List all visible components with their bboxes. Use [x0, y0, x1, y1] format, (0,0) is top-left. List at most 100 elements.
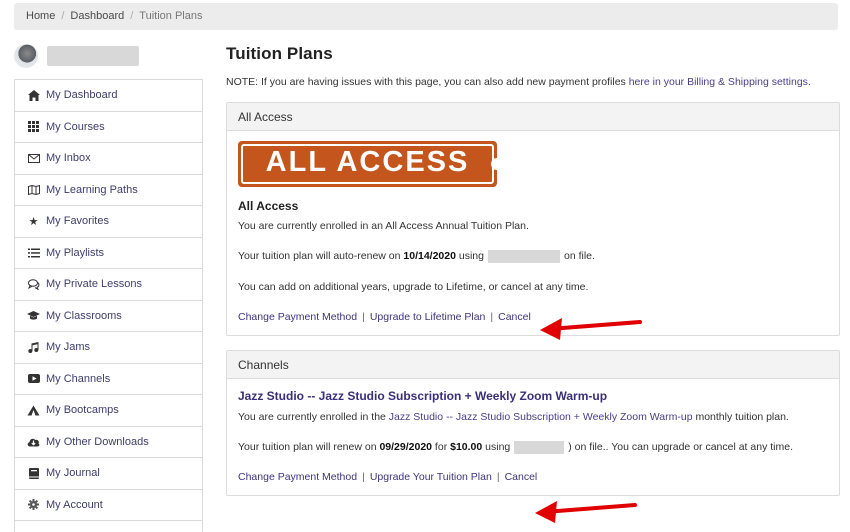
- page-note: NOTE: If you are having issues with this…: [226, 76, 840, 88]
- sidebar-menu: My Dashboard My Courses My Inbox My Lear…: [14, 79, 203, 532]
- enrollment-text: You are currently enrolled in the Jazz S…: [238, 410, 828, 424]
- channels-card: Channels Jazz Studio -- Jazz Studio Subs…: [226, 350, 840, 496]
- upgrade-lifetime-link[interactable]: Upgrade to Lifetime Plan: [370, 311, 486, 323]
- sidebar-item-label: My Bootcamps: [46, 404, 119, 417]
- page-title: Tuition Plans: [226, 44, 333, 63]
- enrollment-prefix: You are currently enrolled in the: [238, 411, 389, 423]
- plan-title: All Access: [238, 199, 299, 213]
- gear-icon: [27, 498, 40, 511]
- red-arrow-annotation: [540, 318, 642, 340]
- pipe-separator: |: [496, 471, 500, 483]
- note-suffix: .: [807, 76, 811, 88]
- renewal-suffix: ) on file.. You can upgrade or cancel at…: [568, 441, 793, 453]
- upgrade-plan-link[interactable]: Upgrade Your Tuition Plan: [370, 471, 492, 483]
- breadcrumb-home[interactable]: Home: [26, 10, 55, 22]
- cancel-link[interactable]: Cancel: [498, 311, 531, 323]
- all-access-logo: ALL ACCESS: [238, 141, 503, 187]
- avatar[interactable]: [14, 44, 38, 68]
- renewal-using: using: [455, 250, 484, 262]
- breadcrumb-separator: /: [61, 10, 65, 22]
- graduation-cap-icon: [27, 309, 40, 322]
- tent-icon: [27, 404, 40, 417]
- renewal-text: Your tuition plan will renew on 09/29/20…: [238, 440, 828, 454]
- plan-actions: Change Payment Method | Upgrade to Lifetim…: [238, 311, 828, 323]
- sidebar-item-label: My Learning Paths: [46, 183, 138, 196]
- renewal-using: using: [482, 441, 511, 453]
- sidebar-item-partial[interactable]: [15, 521, 202, 532]
- renewal-prefix: Your tuition plan will renew on: [238, 441, 380, 453]
- breadcrumb: Home / Dashboard / Tuition Plans: [14, 3, 838, 30]
- card-header: Channels: [227, 351, 839, 379]
- billing-settings-link[interactable]: here in your Billing & Shipping settings: [629, 76, 808, 88]
- sidebar-item-channels[interactable]: My Channels: [15, 364, 202, 395]
- logo-text: ALL ACCESS: [265, 146, 470, 178]
- user-profile[interactable]: [14, 44, 139, 68]
- sidebar-item-jams[interactable]: My Jams: [15, 332, 202, 364]
- sidebar-item-learning-paths[interactable]: My Learning Paths: [15, 175, 202, 206]
- sidebar-item-inbox[interactable]: My Inbox: [15, 143, 202, 175]
- map-icon: [27, 183, 40, 196]
- sidebar-item-dashboard[interactable]: My Dashboard: [15, 80, 202, 112]
- book-icon: [27, 467, 40, 480]
- card-body: ALL ACCESS All Access You are currently …: [227, 131, 839, 335]
- pipe-separator: |: [490, 311, 494, 323]
- main-content: Tuition Plans NOTE: If you are having is…: [226, 44, 840, 510]
- card-header: All Access: [227, 103, 839, 131]
- sidebar-item-bootcamps[interactable]: My Bootcamps: [15, 395, 202, 427]
- renewal-date: 09/29/2020: [379, 441, 433, 453]
- cancel-link[interactable]: Cancel: [505, 471, 538, 483]
- cloud-download-icon: [27, 435, 40, 448]
- home-icon: [27, 89, 40, 102]
- pipe-separator: |: [362, 311, 365, 323]
- grid-icon: [27, 120, 40, 133]
- video-play-icon: [27, 372, 40, 385]
- course-link[interactable]: Jazz Studio -- Jazz Studio Subscription …: [389, 411, 693, 423]
- payment-method-redacted: [514, 440, 565, 454]
- course-title: Jazz Studio -- Jazz Studio Subscription …: [238, 389, 608, 403]
- plan-actions: Change Payment Method | Upgrade Your Tuiti…: [238, 471, 828, 483]
- list-icon: [27, 246, 40, 259]
- renewal-text: Your tuition plan will auto-renew on 10/…: [238, 249, 828, 263]
- change-payment-method-link[interactable]: Change Payment Method: [238, 311, 357, 323]
- sidebar-item-label: My Other Downloads: [46, 435, 149, 448]
- enrollment-suffix: monthly tuition plan.: [692, 411, 789, 423]
- star-icon: ★: [28, 215, 39, 228]
- sidebar-item-other-downloads[interactable]: My Other Downloads: [15, 427, 202, 458]
- sidebar-item-label: My Favorites: [46, 215, 109, 228]
- change-payment-method-link[interactable]: Change Payment Method: [238, 471, 357, 483]
- envelope-icon: [27, 152, 40, 165]
- renewal-for: for: [432, 441, 451, 453]
- sidebar-item-label: My Dashboard: [46, 89, 118, 102]
- renewal-prefix: Your tuition plan will auto-renew on: [238, 250, 404, 262]
- sidebar-item-label: My Courses: [46, 120, 105, 133]
- breadcrumb-dashboard[interactable]: Dashboard: [70, 10, 124, 22]
- red-arrow-annotation: [535, 501, 637, 523]
- sidebar-item-label: My Jams: [46, 341, 90, 354]
- all-access-card: All Access ALL ACCESS All Access You are…: [226, 102, 840, 336]
- renewal-amount: $10.00: [450, 441, 483, 453]
- username-redacted: [47, 46, 139, 66]
- note-text: NOTE: If you are having issues with this…: [226, 76, 629, 88]
- sidebar-item-label: My Classrooms: [46, 309, 122, 322]
- sidebar-item-label: My Journal: [46, 467, 100, 480]
- sidebar-item-label: My Private Lessons: [46, 278, 142, 291]
- sidebar-item-account[interactable]: My Account: [15, 490, 202, 521]
- sidebar-item-label: My Account: [46, 498, 103, 511]
- renewal-suffix: on file.: [563, 250, 595, 262]
- breadcrumb-separator: /: [130, 10, 134, 22]
- chat-icon: [27, 278, 40, 291]
- music-note-icon: [27, 341, 40, 354]
- payment-method-redacted: [487, 249, 560, 263]
- logo-notch: [491, 158, 503, 170]
- sidebar-item-playlists[interactable]: My Playlists: [15, 238, 202, 269]
- plan-info-text: You can add on additional years, upgrade…: [238, 281, 589, 293]
- sidebar-item-favorites[interactable]: ★ My Favorites: [15, 206, 202, 238]
- sidebar-item-private-lessons[interactable]: My Private Lessons: [15, 269, 202, 301]
- sidebar-item-journal[interactable]: My Journal: [15, 458, 202, 490]
- sidebar-item-label: My Playlists: [46, 246, 105, 259]
- breadcrumb-current: Tuition Plans: [139, 10, 203, 22]
- sidebar-item-classrooms[interactable]: My Classrooms: [15, 301, 202, 332]
- enrollment-text: You are currently enrolled in an All Acc…: [238, 220, 529, 232]
- card-body: Jazz Studio -- Jazz Studio Subscription …: [227, 379, 839, 495]
- sidebar-item-courses[interactable]: My Courses: [15, 112, 202, 143]
